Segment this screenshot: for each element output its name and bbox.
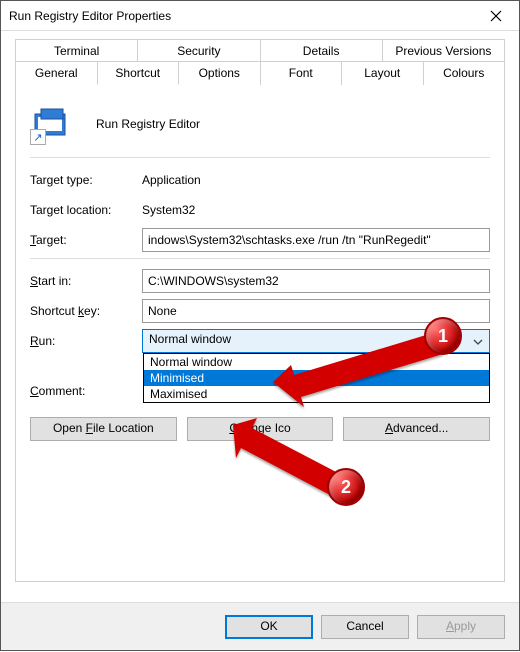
tab-row-1: Terminal Security Details Previous Versi… — [15, 39, 505, 62]
divider — [30, 258, 490, 259]
tab-general[interactable]: General — [15, 61, 98, 85]
tab-colours[interactable]: Colours — [423, 61, 506, 85]
run-select-value: Normal window — [149, 332, 231, 346]
run-dropdown: Normal window Minimised Maximised — [143, 353, 490, 403]
label-shortcut-key: Shortcut key: — [30, 304, 142, 318]
value-target-location: System32 — [142, 203, 490, 217]
divider — [30, 157, 490, 158]
properties-dialog: Run Registry Editor Properties Terminal … — [0, 0, 520, 651]
panel-button-row: Open File Location Change Ico Advanced..… — [30, 417, 490, 441]
label-target-type: Target type: — [30, 173, 142, 187]
shortcut-key-input[interactable] — [142, 299, 490, 323]
row-target-type: Target type: Application — [30, 168, 490, 192]
tab-previous-versions[interactable]: Previous Versions — [382, 39, 505, 62]
cancel-button[interactable]: Cancel — [321, 615, 409, 639]
tab-options[interactable]: Options — [178, 61, 261, 85]
label-comment: Comment: — [30, 384, 142, 398]
run-option-maximised[interactable]: Maximised — [144, 386, 489, 402]
shortcut-file-icon: ↗ — [32, 105, 70, 143]
tab-security[interactable]: Security — [137, 39, 260, 62]
close-icon — [490, 10, 502, 22]
target-input[interactable] — [142, 228, 490, 252]
close-button[interactable] — [473, 1, 519, 31]
tab-font[interactable]: Font — [260, 61, 343, 85]
label-start-in: Start in: — [30, 274, 142, 288]
tab-layout[interactable]: Layout — [341, 61, 424, 85]
tab-details[interactable]: Details — [260, 39, 383, 62]
row-start-in: Start in: — [30, 269, 490, 293]
open-file-location-button[interactable]: Open File Location — [30, 417, 177, 441]
row-run: Run: Normal window Normal window Minimis… — [30, 329, 490, 353]
dialog-button-bar: OK Cancel Apply — [1, 602, 519, 650]
shortcut-arrow-badge-icon: ↗ — [30, 129, 46, 145]
start-in-input[interactable] — [142, 269, 490, 293]
row-target-location: Target location: System32 — [30, 198, 490, 222]
ok-button[interactable]: OK — [225, 615, 313, 639]
shortcut-name: Run Registry Editor — [96, 117, 200, 131]
tab-row-2: General Shortcut Options Font Layout Col… — [15, 61, 505, 85]
row-shortcut-key: Shortcut key: — [30, 299, 490, 323]
tabs: Terminal Security Details Previous Versi… — [15, 39, 505, 582]
run-option-minimised[interactable]: Minimised — [144, 370, 489, 386]
row-target: Target: — [30, 228, 490, 252]
label-run: Run: — [30, 334, 142, 348]
tab-terminal[interactable]: Terminal — [15, 39, 138, 62]
label-target: Target: — [30, 233, 142, 247]
shortcut-header: ↗ Run Registry Editor — [32, 105, 490, 143]
dialog-content: Terminal Security Details Previous Versi… — [1, 31, 519, 582]
shortcut-panel: ↗ Run Registry Editor Target type: Appli… — [15, 84, 505, 582]
run-option-normal[interactable]: Normal window — [144, 354, 489, 370]
change-icon-button[interactable]: Change Ico — [187, 417, 334, 441]
run-select[interactable]: Normal window — [142, 329, 490, 353]
window-title: Run Registry Editor Properties — [9, 9, 473, 23]
value-target-type: Application — [142, 173, 490, 187]
chevron-down-icon — [473, 334, 483, 348]
label-target-location: Target location: — [30, 203, 142, 217]
titlebar: Run Registry Editor Properties — [1, 1, 519, 31]
advanced-button[interactable]: Advanced... — [343, 417, 490, 441]
tab-shortcut[interactable]: Shortcut — [97, 61, 180, 85]
apply-button[interactable]: Apply — [417, 615, 505, 639]
